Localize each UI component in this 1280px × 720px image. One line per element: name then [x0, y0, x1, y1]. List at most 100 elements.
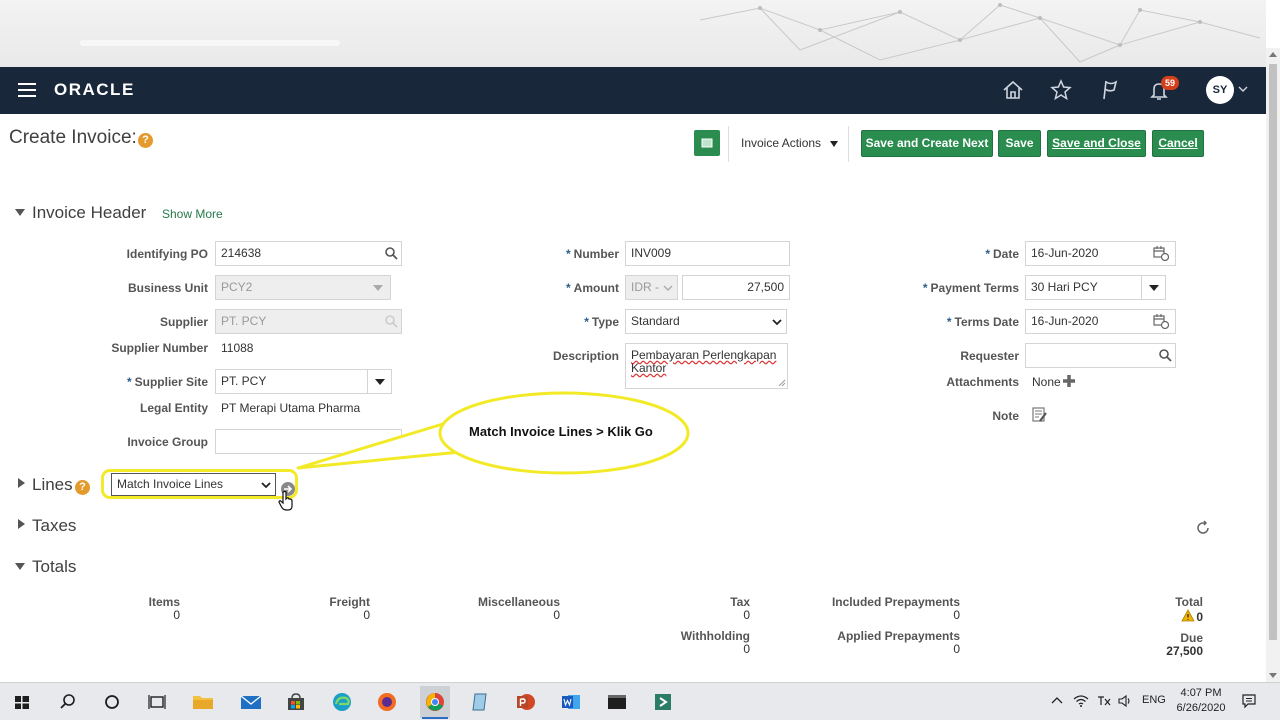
amount-label-text: Amount [573, 281, 619, 295]
tax-value: 0 [743, 608, 750, 622]
windows-start-icon[interactable] [7, 688, 37, 716]
description-textarea[interactable]: Pembayaran Perlengkapan Kantor [625, 343, 788, 389]
taxes-title: Taxes [32, 516, 77, 535]
dropdown-button [366, 276, 390, 299]
required-mark: * [126, 375, 132, 389]
number-label-text: Number [573, 247, 619, 261]
powerpoint-icon[interactable] [511, 688, 541, 716]
volume-icon[interactable] [1117, 694, 1133, 708]
add-plus-icon[interactable] [1062, 374, 1076, 388]
items-value: 0 [173, 608, 180, 622]
action-center-icon[interactable] [1241, 693, 1257, 709]
identifying-po-input[interactable]: 214638 [215, 241, 402, 266]
description-line-2: Kantor [631, 361, 667, 375]
identifying-po-value: 214638 [221, 246, 262, 260]
save-button[interactable]: Save [998, 130, 1041, 157]
vertical-scrollbar[interactable] [1266, 48, 1280, 682]
amount-input[interactable]: 27,500 [682, 275, 790, 300]
supplier-input: PT. PCY [215, 309, 402, 334]
refresh-icon[interactable] [1195, 520, 1211, 536]
payment-terms-select[interactable]: 30 Hari PCY [1025, 275, 1166, 300]
watchlist-flag-icon[interactable] [1097, 77, 1123, 103]
search-icon[interactable] [1158, 348, 1172, 362]
expand-triangle-icon[interactable] [18, 519, 25, 529]
withholding-label: Withholding [680, 629, 750, 643]
cortana-icon[interactable] [97, 688, 127, 716]
firefox-icon[interactable] [372, 688, 402, 716]
expand-triangle-icon[interactable] [18, 478, 25, 488]
applied-prepayments-label: Applied Prepayments [837, 629, 960, 643]
save-and-create-next-button[interactable]: Save and Create Next [861, 130, 993, 157]
help-icon[interactable]: ? [138, 133, 153, 148]
edge-browser-icon[interactable] [327, 688, 357, 716]
show-more-link[interactable]: Show More [162, 207, 223, 221]
caret-down-icon [830, 140, 839, 147]
scrollbar-thumb[interactable] [1269, 64, 1277, 640]
caret-down-icon [375, 379, 385, 385]
task-view-icon[interactable] [142, 688, 172, 716]
hand-cursor-icon [278, 490, 293, 511]
calendar-icon[interactable] [1153, 313, 1169, 329]
number-input[interactable]: INV009 [625, 241, 790, 266]
save-and-close-button[interactable]: Save and Close [1047, 130, 1146, 157]
file-explorer-icon[interactable] [188, 688, 218, 716]
mail-icon[interactable] [236, 688, 266, 716]
withholding-value: 0 [743, 642, 750, 656]
scroll-up-icon[interactable] [1269, 52, 1277, 57]
favorites-star-icon[interactable] [1048, 77, 1074, 103]
required-mark: * [922, 281, 928, 295]
type-label: * Type [480, 315, 619, 329]
help-icon[interactable]: ? [75, 480, 90, 495]
resize-handle-icon[interactable] [778, 379, 786, 387]
supplier-value: PT. PCY [221, 314, 267, 328]
view-grid-button[interactable] [694, 130, 720, 156]
notepad-icon[interactable] [465, 688, 495, 716]
type-select[interactable]: Standard [625, 309, 787, 334]
scroll-down-icon[interactable] [1269, 673, 1277, 678]
due-label: Due [1180, 631, 1203, 645]
currency-select: IDR - [625, 275, 678, 300]
dropdown-button[interactable] [1141, 276, 1165, 299]
chevron-down-icon[interactable] [1238, 85, 1248, 93]
business-unit-label: Business Unit [127, 281, 208, 295]
collapse-triangle-icon[interactable] [15, 209, 25, 216]
terminal-icon[interactable] [602, 688, 632, 716]
language-indicator[interactable]: ENG [1142, 694, 1166, 706]
chevron-up-icon[interactable] [1051, 695, 1063, 705]
menu-icon[interactable] [18, 83, 36, 97]
search-icon[interactable] [53, 688, 83, 716]
date-value: 16-Jun-2020 [1031, 246, 1099, 260]
store-icon[interactable] [281, 688, 311, 716]
required-mark: * [985, 247, 990, 261]
chrome-icon[interactable] [420, 688, 450, 716]
lines-action-select[interactable]: Match Invoice Lines [111, 473, 276, 496]
payment-terms-value: 30 Hari PCY [1031, 280, 1098, 294]
clock[interactable]: 4:07 PM 6/26/2020 [1170, 686, 1232, 716]
number-value: INV009 [631, 246, 672, 260]
business-unit-value: PCY2 [221, 280, 253, 294]
word-icon[interactable] [556, 688, 586, 716]
type-label-text: Type [591, 315, 619, 329]
wifi-icon[interactable] [1073, 694, 1089, 708]
toolbar-divider [848, 126, 849, 162]
invoice-actions-menu[interactable]: Invoice Actions [741, 136, 839, 150]
search-icon[interactable] [384, 246, 398, 260]
callout-text: Match Invoice Lines > Klik Go [469, 424, 653, 439]
user-avatar[interactable]: SY [1206, 76, 1234, 104]
calendar-icon[interactable] [1153, 245, 1169, 261]
grid-icon [701, 138, 713, 148]
app-icon[interactable] [648, 688, 678, 716]
identifying-po-label: Identifying PO [126, 247, 208, 261]
decorative-banner [0, 0, 1266, 67]
oracle-logo: ORACLE [54, 80, 135, 99]
terms-date-value: 16-Jun-2020 [1031, 314, 1099, 328]
number-label: * Number [480, 247, 619, 261]
requester-input[interactable] [1025, 343, 1176, 368]
collapse-triangle-icon[interactable] [15, 563, 25, 570]
notification-badge: 59 [1161, 76, 1179, 90]
required-mark: * [566, 281, 571, 295]
cancel-button[interactable]: Cancel [1152, 130, 1204, 157]
input-method-icon[interactable] [1096, 694, 1112, 708]
home-icon[interactable] [1000, 77, 1026, 103]
note-edit-icon[interactable] [1032, 407, 1048, 423]
